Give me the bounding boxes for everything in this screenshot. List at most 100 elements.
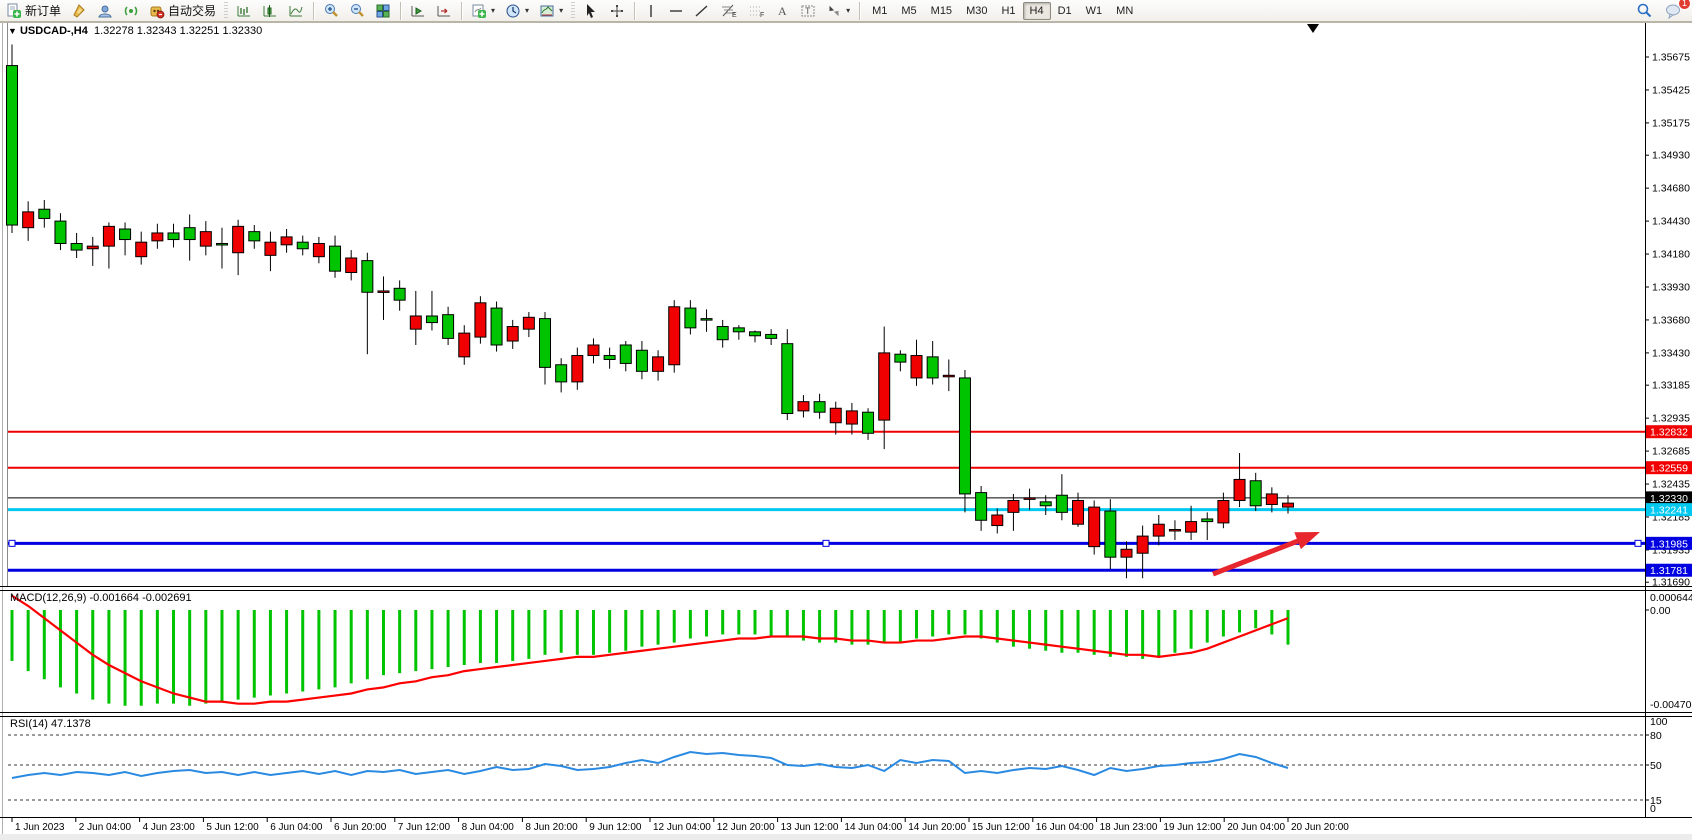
rsi-axis-label: 100 — [1650, 716, 1668, 728]
hline-handle[interactable] — [823, 540, 829, 546]
price-badge-label: 1.32559 — [1650, 463, 1688, 475]
timeframe-h1[interactable]: H1 — [994, 2, 1022, 20]
candle-body — [927, 357, 938, 378]
candle-body — [1234, 479, 1245, 500]
quote-close: 1.32330 — [222, 25, 262, 37]
clock-icon — [505, 3, 521, 19]
candle-body — [426, 316, 437, 323]
time-tick-label: 12 Jun 20:00 — [717, 822, 775, 833]
candlestick-chart-button[interactable] — [258, 0, 282, 22]
main-toolbar: 新订单 自动交易 ▾ ▾ ▾ E F A T ▾ M1M5M15M30H1H4D… — [0, 0, 1692, 22]
candle-body — [540, 319, 551, 368]
price-badge-label: 1.31985 — [1650, 538, 1688, 550]
cursor-button[interactable] — [579, 0, 603, 22]
candle-body — [1137, 536, 1148, 553]
price-tick-label: 1.34430 — [1652, 216, 1690, 228]
price-tick-label: 1.31690 — [1652, 577, 1690, 589]
template-button[interactable]: ▾ — [535, 0, 567, 22]
time-tick-label: 6 Jun 20:00 — [334, 822, 387, 833]
timeframe-w1[interactable]: W1 — [1079, 2, 1110, 20]
chart-canvas[interactable]: 1.356751.354251.351751.349301.346801.344… — [0, 0, 1692, 840]
candle-body — [798, 402, 809, 411]
candle-body — [507, 327, 518, 341]
symbol-dropdown-icon[interactable]: ▼ — [8, 26, 17, 36]
macd-axis-max: 0.000644 — [1650, 592, 1692, 604]
dropdown-caret: ▾ — [559, 6, 563, 15]
time-tick-label: 20 Jun 20:00 — [1291, 822, 1349, 833]
chart-shift-button[interactable] — [432, 0, 456, 22]
candle-body — [1218, 501, 1229, 523]
candle-body — [976, 493, 987, 521]
fibonacci-button[interactable]: E — [716, 0, 742, 22]
candle-body — [1040, 502, 1051, 506]
toolbar-separator — [859, 2, 860, 20]
rsi-label: RSI(14) 47.1378 — [10, 718, 91, 730]
autotrade-button[interactable]: 自动交易 — [145, 0, 220, 22]
search-button[interactable] — [1632, 0, 1657, 22]
timeframe-h4[interactable]: H4 — [1023, 2, 1051, 20]
new-order-button[interactable]: 新订单 — [2, 0, 65, 22]
mt4-terminal-window: { "toolbar": { "new_order_label": "新订单",… — [0, 0, 1692, 840]
rsi-axis-label: 50 — [1650, 760, 1662, 772]
new-order-label: 新订单 — [25, 2, 61, 19]
candle-body — [669, 307, 680, 365]
candle-body — [879, 353, 890, 420]
candle-body — [249, 232, 260, 241]
horizontal-line-button[interactable] — [664, 0, 688, 22]
candle-body — [71, 243, 82, 250]
zoom-out-button[interactable] — [345, 0, 369, 22]
price-tick-label: 1.33930 — [1652, 281, 1690, 293]
search-icon — [1636, 2, 1653, 19]
candle-body — [184, 228, 195, 240]
line-chart-button[interactable] — [284, 0, 308, 22]
candle-body — [491, 308, 502, 345]
symbol-title-row[interactable]: ▼ USDCAD-,H4 1.32278 1.32343 1.32251 1.3… — [8, 25, 262, 37]
price-tick-label: 1.35175 — [1652, 117, 1690, 129]
signals-button[interactable] — [119, 0, 143, 22]
zoom-in-button[interactable] — [319, 0, 343, 22]
profile-button[interactable] — [93, 0, 117, 22]
tile-windows-button[interactable] — [371, 0, 395, 22]
time-tick-label: 1 Jun 2023 — [15, 822, 65, 833]
timeframe-mn[interactable]: MN — [1109, 2, 1140, 20]
hline-handle[interactable] — [9, 540, 15, 546]
svg-text:A: A — [778, 4, 787, 18]
timeframe-m1[interactable]: M1 — [865, 2, 894, 20]
autoscroll-button[interactable] — [406, 0, 430, 22]
vertical-line-button[interactable] — [640, 0, 662, 22]
price-badge-label: 1.32330 — [1650, 493, 1688, 505]
price-badge-label: 1.32241 — [1650, 505, 1688, 517]
candle-body — [200, 232, 211, 246]
chat-button[interactable]: 1 — [1661, 0, 1686, 22]
timeframe-m15[interactable]: M15 — [924, 2, 959, 20]
text-label-icon: T — [800, 3, 816, 19]
time-tick-label: 7 Jun 12:00 — [398, 822, 451, 833]
candle-body — [830, 408, 841, 422]
macd-label: MACD(12,26,9) -0.001664 -0.002691 — [10, 592, 192, 604]
candle-body — [911, 356, 922, 378]
new-chart-button[interactable]: ▾ — [467, 0, 499, 22]
candle-body — [168, 233, 179, 240]
candle-body — [120, 229, 131, 240]
candle-body — [1121, 549, 1132, 557]
arrows-button[interactable]: ▾ — [822, 0, 854, 22]
timeframe-m30[interactable]: M30 — [959, 2, 994, 20]
alerts-icon-button[interactable] — [67, 0, 91, 22]
candle-body — [1105, 511, 1116, 557]
autotrade-icon — [149, 3, 165, 19]
candle-body — [992, 515, 1003, 526]
timeframe-d1[interactable]: D1 — [1051, 2, 1079, 20]
text-button[interactable]: A — [772, 0, 794, 22]
bar-chart-button[interactable] — [232, 0, 256, 22]
grid-button[interactable]: F — [744, 0, 770, 22]
symbol-title: USDCAD-,H4 — [20, 25, 88, 37]
price-tick-label: 1.33185 — [1652, 380, 1690, 392]
crosshair-button[interactable] — [605, 0, 629, 22]
candle-body — [1283, 503, 1294, 507]
hline-handle[interactable] — [1635, 540, 1641, 546]
candle-body — [1008, 501, 1019, 513]
period-button[interactable]: ▾ — [501, 0, 533, 22]
text-label-button[interactable]: T — [796, 0, 820, 22]
trendline-button[interactable] — [690, 0, 714, 22]
timeframe-m5[interactable]: M5 — [894, 2, 923, 20]
